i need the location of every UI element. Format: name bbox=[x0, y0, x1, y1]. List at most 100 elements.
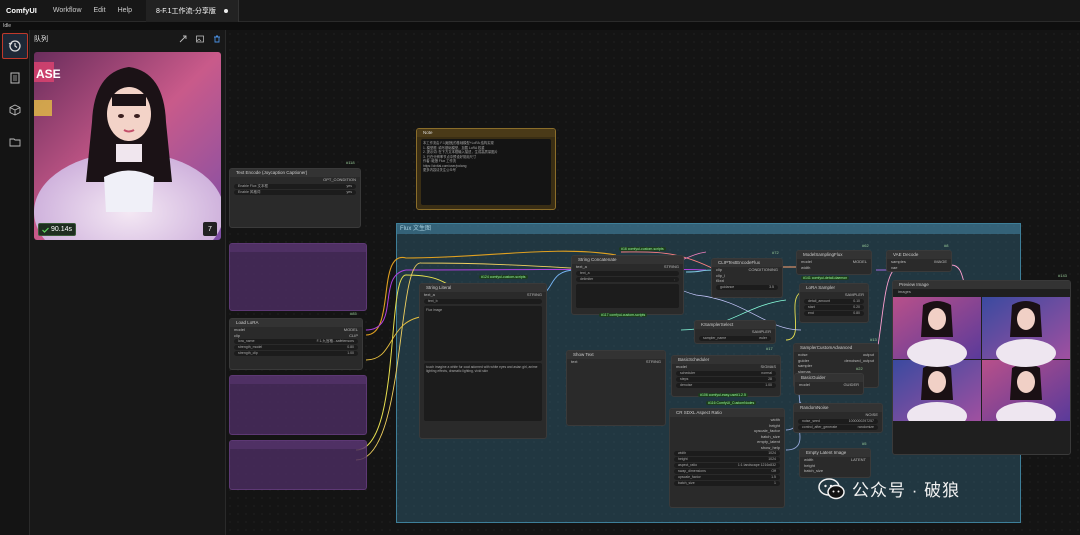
node-string-concat[interactable]: String Concatenate text_a STRING text_a d… bbox=[571, 255, 684, 315]
input-batch[interactable]: batch_size bbox=[804, 468, 823, 474]
menu-workflow[interactable]: Workflow bbox=[47, 7, 88, 14]
history-icon[interactable] bbox=[2, 33, 28, 59]
node-note[interactable]: Note 本工作流由 F.1[破狼]的基础模型+LoRA 结构实现 1. 模型框… bbox=[416, 128, 556, 210]
menu-help[interactable]: Help bbox=[112, 7, 138, 14]
field-label: steps bbox=[680, 376, 689, 381]
output-label: OPT_CONDITION bbox=[323, 177, 356, 182]
sampler-name-field[interactable]: sampler_name euler bbox=[699, 335, 771, 341]
node-random-noise[interactable]: RandomNoise NOISE noise_seed 100000029725… bbox=[793, 403, 883, 433]
field-value: 1024 bbox=[768, 457, 776, 461]
folder-icon[interactable] bbox=[2, 129, 28, 155]
app-logo[interactable]: ComfyUI bbox=[0, 6, 47, 15]
node-basic-guider[interactable]: BasicGuider model GUIDER bbox=[794, 373, 864, 395]
node-lora-sampler[interactable]: LoRA Sampler SAMPLER detail_amount 0.10 s… bbox=[799, 283, 869, 323]
node-id: #72 bbox=[772, 250, 779, 255]
concat-textarea[interactable] bbox=[576, 283, 679, 308]
field-value: randomize bbox=[857, 424, 874, 429]
trash-icon[interactable] bbox=[213, 35, 221, 43]
note-text[interactable]: 本工作流由 F.1[破狼]的基础模型+LoRA 结构实现 1. 模型框: 填写基… bbox=[421, 139, 551, 205]
height-field[interactable]: height 1024 bbox=[674, 457, 780, 462]
input-model[interactable]: model bbox=[799, 382, 810, 388]
output-conditioning[interactable]: CONDITIONING bbox=[748, 267, 778, 273]
field-label: text_b bbox=[428, 298, 438, 303]
workflow-tab[interactable]: 8-F.1工作流-分享版 bbox=[145, 0, 239, 22]
node-vae-decode[interactable]: VAE Decode samples IMAGE vae bbox=[886, 250, 952, 272]
output-guider[interactable]: GUIDER bbox=[843, 382, 859, 388]
prompt-textarea[interactable]: Flux image bbox=[424, 305, 542, 361]
node-string-literal[interactable]: String Literal text_a STRING text_b Flux … bbox=[419, 283, 547, 439]
toggle-style-words[interactable]: Enable 风格词 yes bbox=[234, 189, 356, 195]
output-clip[interactable]: CLIP bbox=[349, 333, 358, 339]
node-clip-text-encode[interactable]: CLIPTextEncodeFlux clip CONDITIONING clip… bbox=[711, 258, 783, 298]
lora-name-field[interactable]: lora_name F.1-九宫格...safetensors bbox=[234, 339, 358, 344]
node-bypassed-low[interactable] bbox=[229, 440, 367, 490]
node-load-lora[interactable]: Load LoRA model MODEL clip CLIP lora_name F… bbox=[229, 318, 363, 370]
width-field[interactable]: width 1024 bbox=[674, 451, 780, 456]
output-sigmas[interactable]: SIGMAS bbox=[760, 364, 776, 370]
output-sampler[interactable]: SAMPLER bbox=[845, 292, 864, 298]
input-width[interactable]: width bbox=[801, 265, 810, 271]
text-b-field[interactable]: text_b bbox=[424, 298, 542, 304]
node-title: Show Text bbox=[567, 351, 665, 359]
collapse-icon[interactable] bbox=[179, 35, 187, 43]
node-bypassed-mid[interactable] bbox=[229, 375, 367, 435]
output-string[interactable]: STRING bbox=[646, 359, 661, 365]
control-field[interactable]: control_after_generate randomize bbox=[798, 424, 878, 430]
field-label: noise_seed bbox=[802, 418, 820, 423]
toggle-flux-text[interactable]: Enable Flux 文本框 yes bbox=[234, 183, 356, 189]
input-label[interactable]: text_a bbox=[424, 292, 435, 298]
strength-model-field[interactable]: strength_model 0.80 bbox=[234, 345, 358, 350]
node-aspect-ratio[interactable]: CR SDXL Aspect Ratio width height upscal… bbox=[669, 408, 785, 508]
upscale-field[interactable]: upscale_factor 1.5 bbox=[674, 475, 780, 480]
scheduler-field[interactable]: scheduler normal bbox=[676, 370, 776, 376]
node-id: #13 bbox=[870, 337, 877, 342]
input-text-a[interactable]: text_a bbox=[576, 264, 587, 270]
output-thumbnail[interactable]: ASE 90.14s 7 bbox=[34, 52, 221, 240]
swap-field[interactable]: swap_dimensions Off bbox=[674, 469, 780, 474]
node-text-encode[interactable]: Text Encode (Joycaption Captioner) OPT_C… bbox=[229, 168, 361, 228]
input-text[interactable]: text bbox=[571, 359, 577, 365]
document-icon[interactable] bbox=[2, 65, 28, 91]
output-noise[interactable]: NOISE bbox=[866, 412, 878, 418]
field-label: start bbox=[808, 304, 815, 309]
delimiter-field[interactable]: delimiter, bbox=[576, 276, 679, 282]
node-bypassed-top[interactable] bbox=[229, 243, 367, 311]
output-denoised[interactable]: denoised_output bbox=[844, 358, 874, 364]
menu-edit[interactable]: Edit bbox=[88, 7, 112, 14]
aspect-ratio-field[interactable]: aspect_ratio 1:1 landscape 1216x832 bbox=[674, 463, 780, 468]
image-icon[interactable] bbox=[196, 35, 204, 43]
text-a-field[interactable]: text_a bbox=[576, 270, 679, 276]
output-label[interactable]: STRING bbox=[527, 292, 542, 298]
input-model[interactable]: model bbox=[676, 364, 687, 370]
node-canvas[interactable]: Flux 文生图 Text Encode (Joycaption Caption… bbox=[226, 30, 1080, 535]
batch-size-field[interactable]: batch_size 1 bbox=[674, 481, 780, 486]
end-field[interactable]: end 0.80 bbox=[804, 310, 864, 316]
output-help[interactable]: show_help bbox=[761, 445, 780, 451]
strength-clip-field[interactable]: strength_clip 1.00 bbox=[234, 351, 358, 356]
guidance-field[interactable]: guidance 3.5 bbox=[716, 284, 778, 290]
output-string[interactable]: STRING bbox=[664, 264, 679, 270]
node-preview-image[interactable]: Preview Image images bbox=[892, 280, 1071, 455]
input-t5xxl[interactable]: t5xxl bbox=[716, 278, 724, 284]
node-ksampler-select[interactable]: KSamplerSelect SAMPLER sampler_name euler bbox=[694, 320, 776, 344]
output-latent[interactable]: LATENT bbox=[851, 457, 866, 463]
field-value: normal bbox=[761, 370, 772, 375]
style-textarea[interactable]: touch imagine a white fur coat adorned w… bbox=[424, 362, 542, 421]
node-basic-scheduler[interactable]: BasicScheduler model SIGMAS scheduler norm… bbox=[671, 355, 781, 397]
input-clip[interactable]: clip bbox=[234, 333, 240, 339]
seed-field[interactable]: noise_seed 1000000297257 bbox=[798, 418, 878, 424]
start-field[interactable]: start 0.20 bbox=[804, 304, 864, 310]
node-title: BasicGuider bbox=[795, 374, 863, 382]
output-image[interactable]: IMAGE bbox=[934, 259, 947, 265]
steps-field[interactable]: steps 28 bbox=[676, 376, 776, 382]
output-sampler[interactable]: SAMPLER bbox=[752, 329, 771, 335]
denoise-field[interactable]: denoise 1.00 bbox=[676, 382, 776, 388]
node-model-sampling[interactable]: ModelSamplingFlux model MODEL width bbox=[796, 250, 872, 275]
detail-field[interactable]: detail_amount 0.10 bbox=[804, 298, 864, 304]
output-model[interactable]: MODEL bbox=[853, 259, 867, 265]
input-images[interactable]: images bbox=[893, 289, 1070, 295]
cube-icon[interactable] bbox=[2, 97, 28, 123]
node-show-text[interactable]: Show Text text STRING bbox=[566, 350, 666, 426]
node-empty-latent[interactable]: Empty Latent Image width LATENT height ba… bbox=[799, 448, 871, 478]
input-vae[interactable]: vae bbox=[891, 265, 897, 271]
